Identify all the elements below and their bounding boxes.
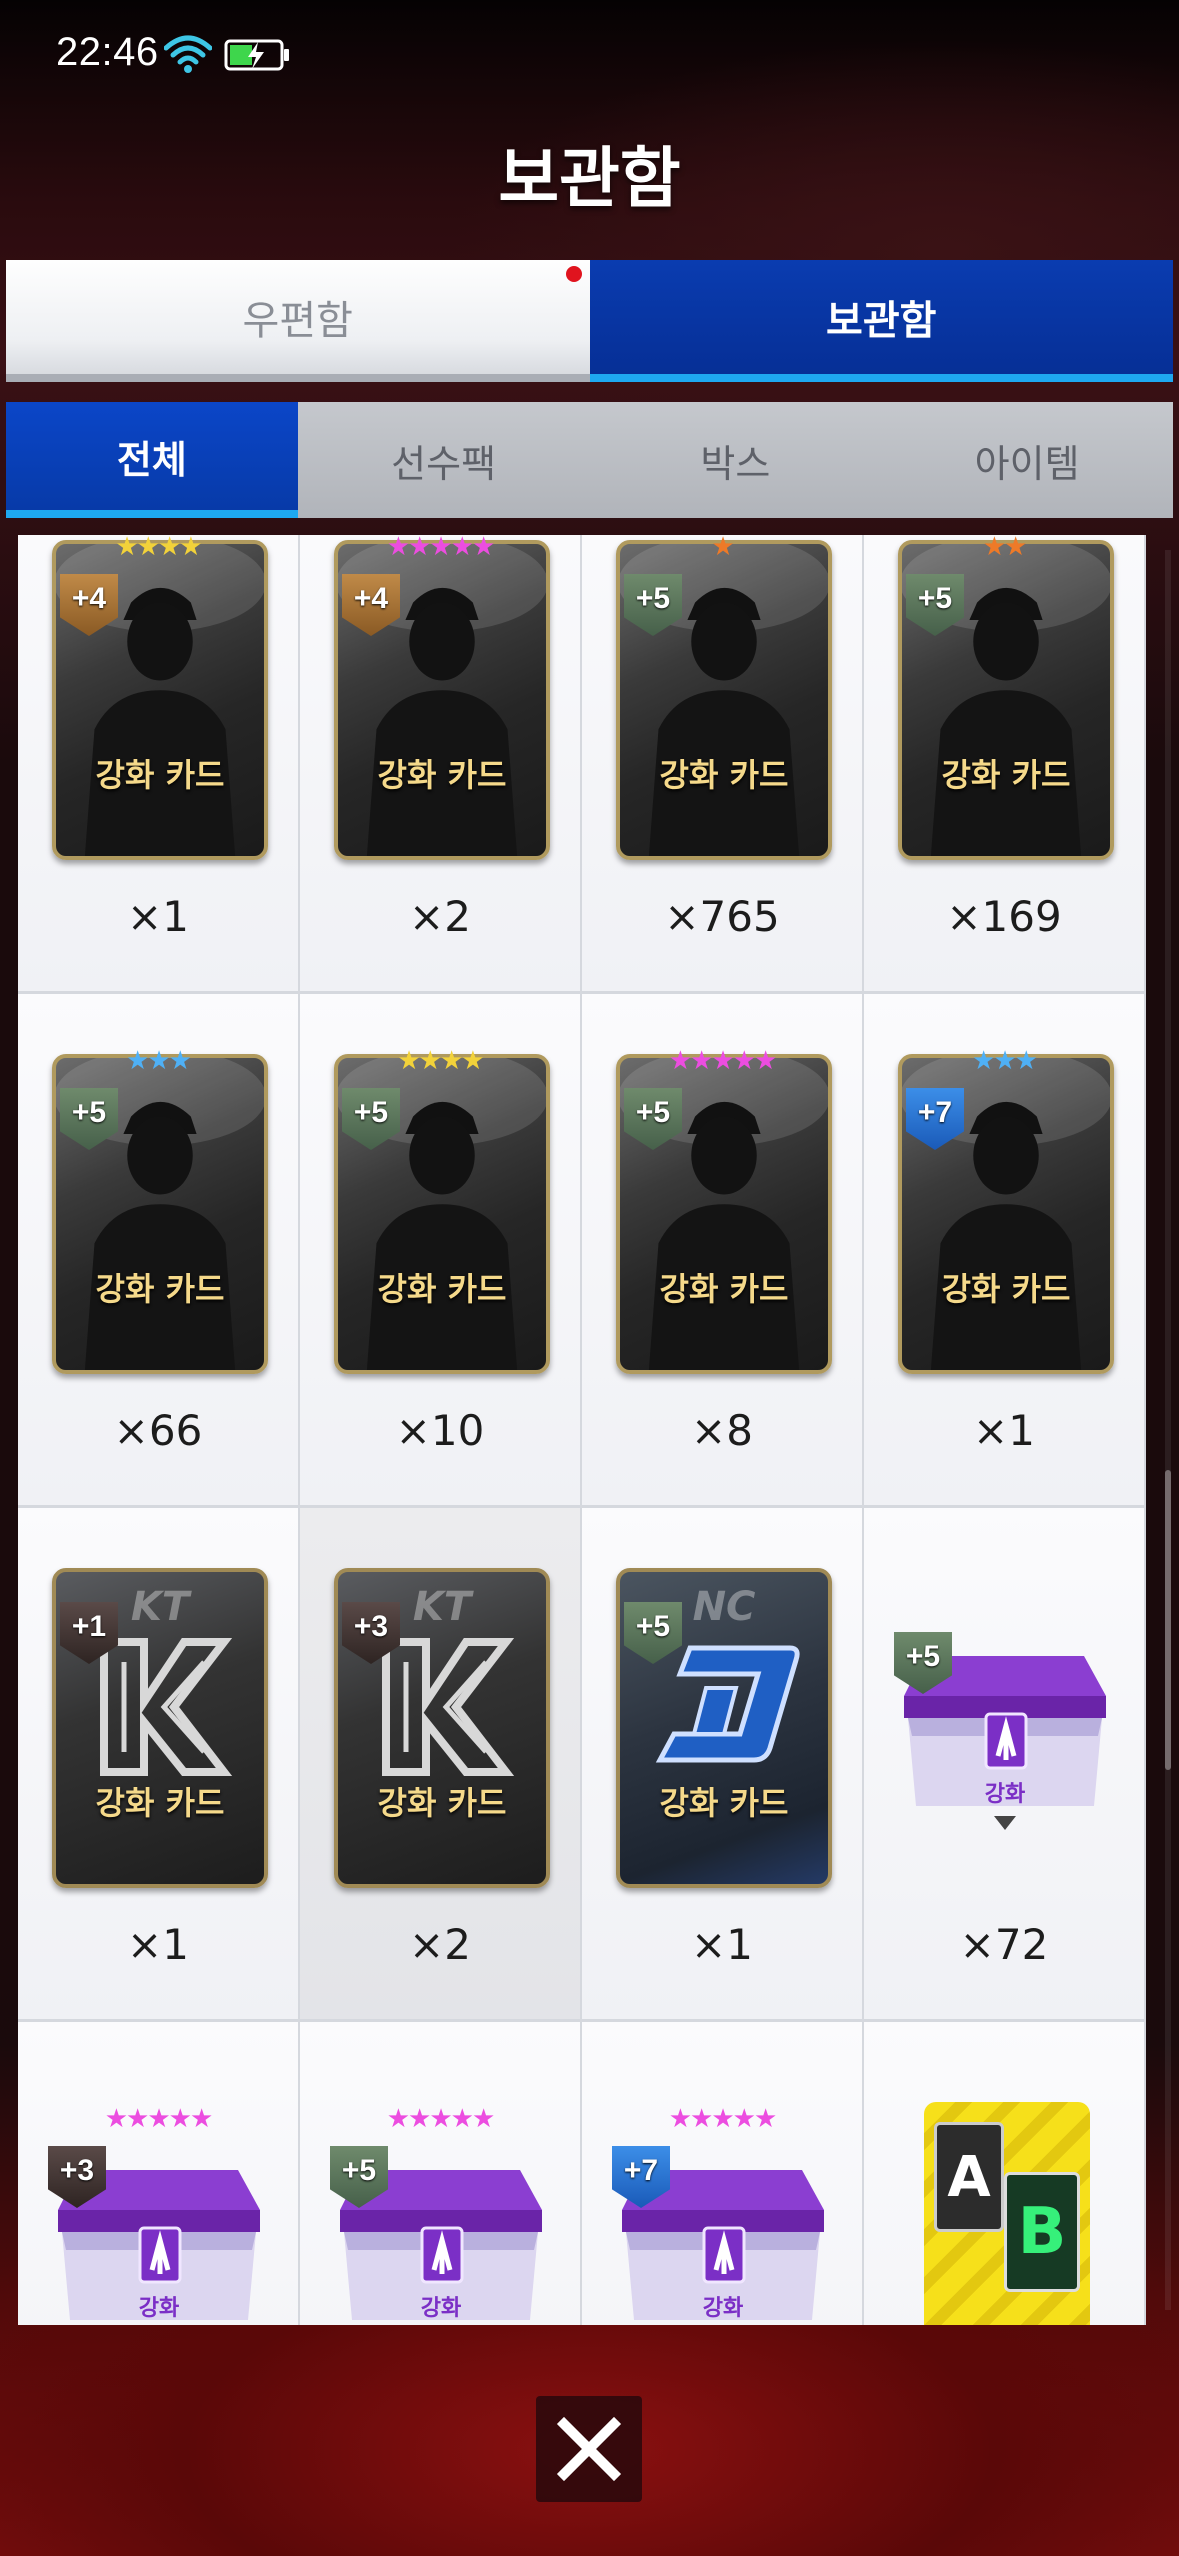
chest-label: 강화 xyxy=(138,2296,180,2321)
card-label: 강화 카드 xyxy=(659,1784,789,1822)
battery-charging-icon xyxy=(224,39,289,71)
star-rating: ★★★★★ xyxy=(668,1046,778,1076)
tab-label: 우편함 xyxy=(242,298,353,344)
inventory-item[interactable]: ★★★★★ +3 강화 xyxy=(18,2022,300,2325)
item-quantity: ×66 xyxy=(113,1406,203,1455)
inventory-item[interactable]: KT +3 강화 카드 ×2 xyxy=(300,1508,582,2022)
enhance-card-image: +5 강화 카드 xyxy=(52,1054,268,1374)
star-rating: ★★★★ xyxy=(115,535,202,562)
close-button[interactable] xyxy=(536,2396,642,2502)
scrollbar[interactable] xyxy=(1165,550,1171,2310)
item-quantity: ×2 xyxy=(409,892,471,941)
star-rating: ★★★★★ xyxy=(386,2104,496,2134)
card-label: 강화 카드 xyxy=(377,1784,507,1822)
item-quantity: ×72 xyxy=(959,1920,1049,1969)
page-title: 보관함 xyxy=(498,140,681,217)
filter-tab-player-pack[interactable]: 선수팩 xyxy=(297,402,590,518)
card-label: 강화 카드 xyxy=(377,1270,507,1308)
inventory-item[interactable]: +5 강화 카드 ★ ×765 xyxy=(582,535,864,994)
tab-storage[interactable]: 보관함 xyxy=(589,260,1173,382)
inventory-item[interactable]: A B xyxy=(864,2022,1146,2325)
inventory-item[interactable]: +5 강화 카드 ★★★ ×66 xyxy=(18,994,300,1508)
star-rating: ★★★★ xyxy=(397,1046,484,1076)
enhance-chest-image: +5 강화 xyxy=(330,2140,552,2325)
card-label: 강화 카드 xyxy=(377,756,507,794)
enhance-card-image: +4 강화 카드 xyxy=(52,540,268,860)
item-quantity: ×1 xyxy=(127,1920,189,1969)
wifi-icon xyxy=(164,35,212,73)
card-label: 강화 카드 xyxy=(95,1784,225,1822)
star-rating: ★★★ xyxy=(972,1046,1038,1076)
inventory-item[interactable]: +4 강화 카드 ★★★★ ×1 xyxy=(18,535,300,994)
star-rating: ★★ xyxy=(982,535,1028,562)
item-quantity: ×10 xyxy=(395,1406,485,1455)
chest-label: 강화 xyxy=(702,2296,744,2321)
enhance-card-image: +5 강화 카드 xyxy=(898,540,1114,860)
chest-label: 강화 xyxy=(984,1782,1026,1807)
enhance-chest-image: +7 강화 xyxy=(612,2140,834,2325)
filter-tab-all[interactable]: 전체 xyxy=(6,402,298,518)
card-label: 강화 카드 xyxy=(95,1270,225,1308)
filter-tab-label: 전체 xyxy=(116,437,187,482)
item-quantity: ×169 xyxy=(946,892,1062,941)
card-label: 강화 카드 xyxy=(95,756,225,794)
enhance-card-image: KT +3 강화 카드 xyxy=(334,1568,550,1888)
item-grid: +4 강화 카드 ★★★★ ×1 +4 강화 카드 ★★★★★ ×2 +5 강화 카드 ★ ×76… xyxy=(18,535,1146,2325)
top-tab-bar: 우편함 보관함 xyxy=(6,260,1173,382)
star-rating: ★★★ xyxy=(126,1046,192,1076)
scrollbar-thumb[interactable] xyxy=(1165,1470,1171,1770)
inventory-item[interactable]: +5 강화 카드 ★★ ×169 xyxy=(864,535,1146,994)
enhance-card-image: NC +5 강화 카드 xyxy=(616,1568,832,1888)
item-quantity: ×2 xyxy=(409,1920,471,1969)
filter-tab-box[interactable]: 박스 xyxy=(589,402,882,518)
enhance-card-image: KT +1 강화 카드 xyxy=(52,1568,268,1888)
enhance-card-image: +5 강화 카드 xyxy=(334,1054,550,1374)
card-label: 강화 카드 xyxy=(659,1270,789,1308)
tab-mailbox[interactable]: 우편함 xyxy=(6,260,590,382)
card-label: 강화 카드 xyxy=(659,756,789,794)
close-icon xyxy=(556,2416,622,2482)
card-label: 강화 카드 xyxy=(941,1270,1071,1308)
inventory-item[interactable]: ★★★★★ +7 강화 xyxy=(582,2022,864,2325)
inventory-item[interactable]: ★★★★★ +5 강화 xyxy=(300,2022,582,2325)
inventory-item[interactable]: +7 강화 카드 ★★★ ×1 xyxy=(864,994,1146,1508)
item-quantity: ×1 xyxy=(691,1920,753,1969)
inventory-item[interactable]: +4 강화 카드 ★★★★★ ×2 xyxy=(300,535,582,994)
status-bar: 22:46 xyxy=(0,0,1179,110)
card-label: 강화 카드 xyxy=(941,756,1071,794)
enhance-card-image: +4 강화 카드 xyxy=(334,540,550,860)
enhance-chest-image: +3 강화 xyxy=(48,2140,270,2325)
star-rating: ★★★★★ xyxy=(104,2104,214,2134)
tab-label: 보관함 xyxy=(826,298,937,344)
item-quantity: ×1 xyxy=(127,892,189,941)
star-rating: ★ xyxy=(711,535,734,562)
enhance-card-image: +5 강화 카드 xyxy=(616,540,832,860)
item-grid-container[interactable]: +4 강화 카드 ★★★★ ×1 +4 강화 카드 ★★★★★ ×2 +5 강화 카드 ★ ×76… xyxy=(18,535,1146,2325)
filter-tab-label: 박스 xyxy=(700,441,771,486)
inventory-item[interactable]: KT +1 강화 카드 ×1 xyxy=(18,1508,300,2022)
item-quantity: ×8 xyxy=(691,1406,753,1455)
filter-tab-item[interactable]: 아이템 xyxy=(881,402,1173,518)
item-quantity: ×1 xyxy=(973,1406,1035,1455)
card-b: B xyxy=(1004,2172,1080,2292)
enhance-chest-image: +5 강화 xyxy=(894,1626,1116,1836)
notification-dot xyxy=(565,266,582,282)
inventory-item[interactable]: +5 강화 카드 ★★★★ ×10 xyxy=(300,994,582,1508)
inventory-item[interactable]: NC +5 강화 카드 ×1 xyxy=(582,1508,864,2022)
chest-label: 강화 xyxy=(420,2296,462,2321)
inventory-item[interactable]: +5 강화 ×72 xyxy=(864,1508,1146,2022)
enhance-card-image: +7 강화 카드 xyxy=(898,1054,1114,1374)
enhance-card-image: +5 강화 카드 xyxy=(616,1054,832,1374)
filter-tab-label: 선수팩 xyxy=(391,441,497,486)
card-a: A xyxy=(934,2122,1004,2232)
ab-card-image: A B xyxy=(924,2102,1090,2325)
item-quantity: ×765 xyxy=(664,892,780,941)
filter-tab-bar: 전체 선수팩 박스 아이템 xyxy=(6,402,1173,518)
inventory-item[interactable]: +5 강화 카드 ★★★★★ ×8 xyxy=(582,994,864,1508)
star-rating: ★★★★★ xyxy=(386,535,496,562)
star-rating: ★★★★★ xyxy=(668,2104,778,2134)
status-time: 22:46 xyxy=(56,30,159,74)
filter-tab-label: 아이템 xyxy=(974,441,1080,486)
